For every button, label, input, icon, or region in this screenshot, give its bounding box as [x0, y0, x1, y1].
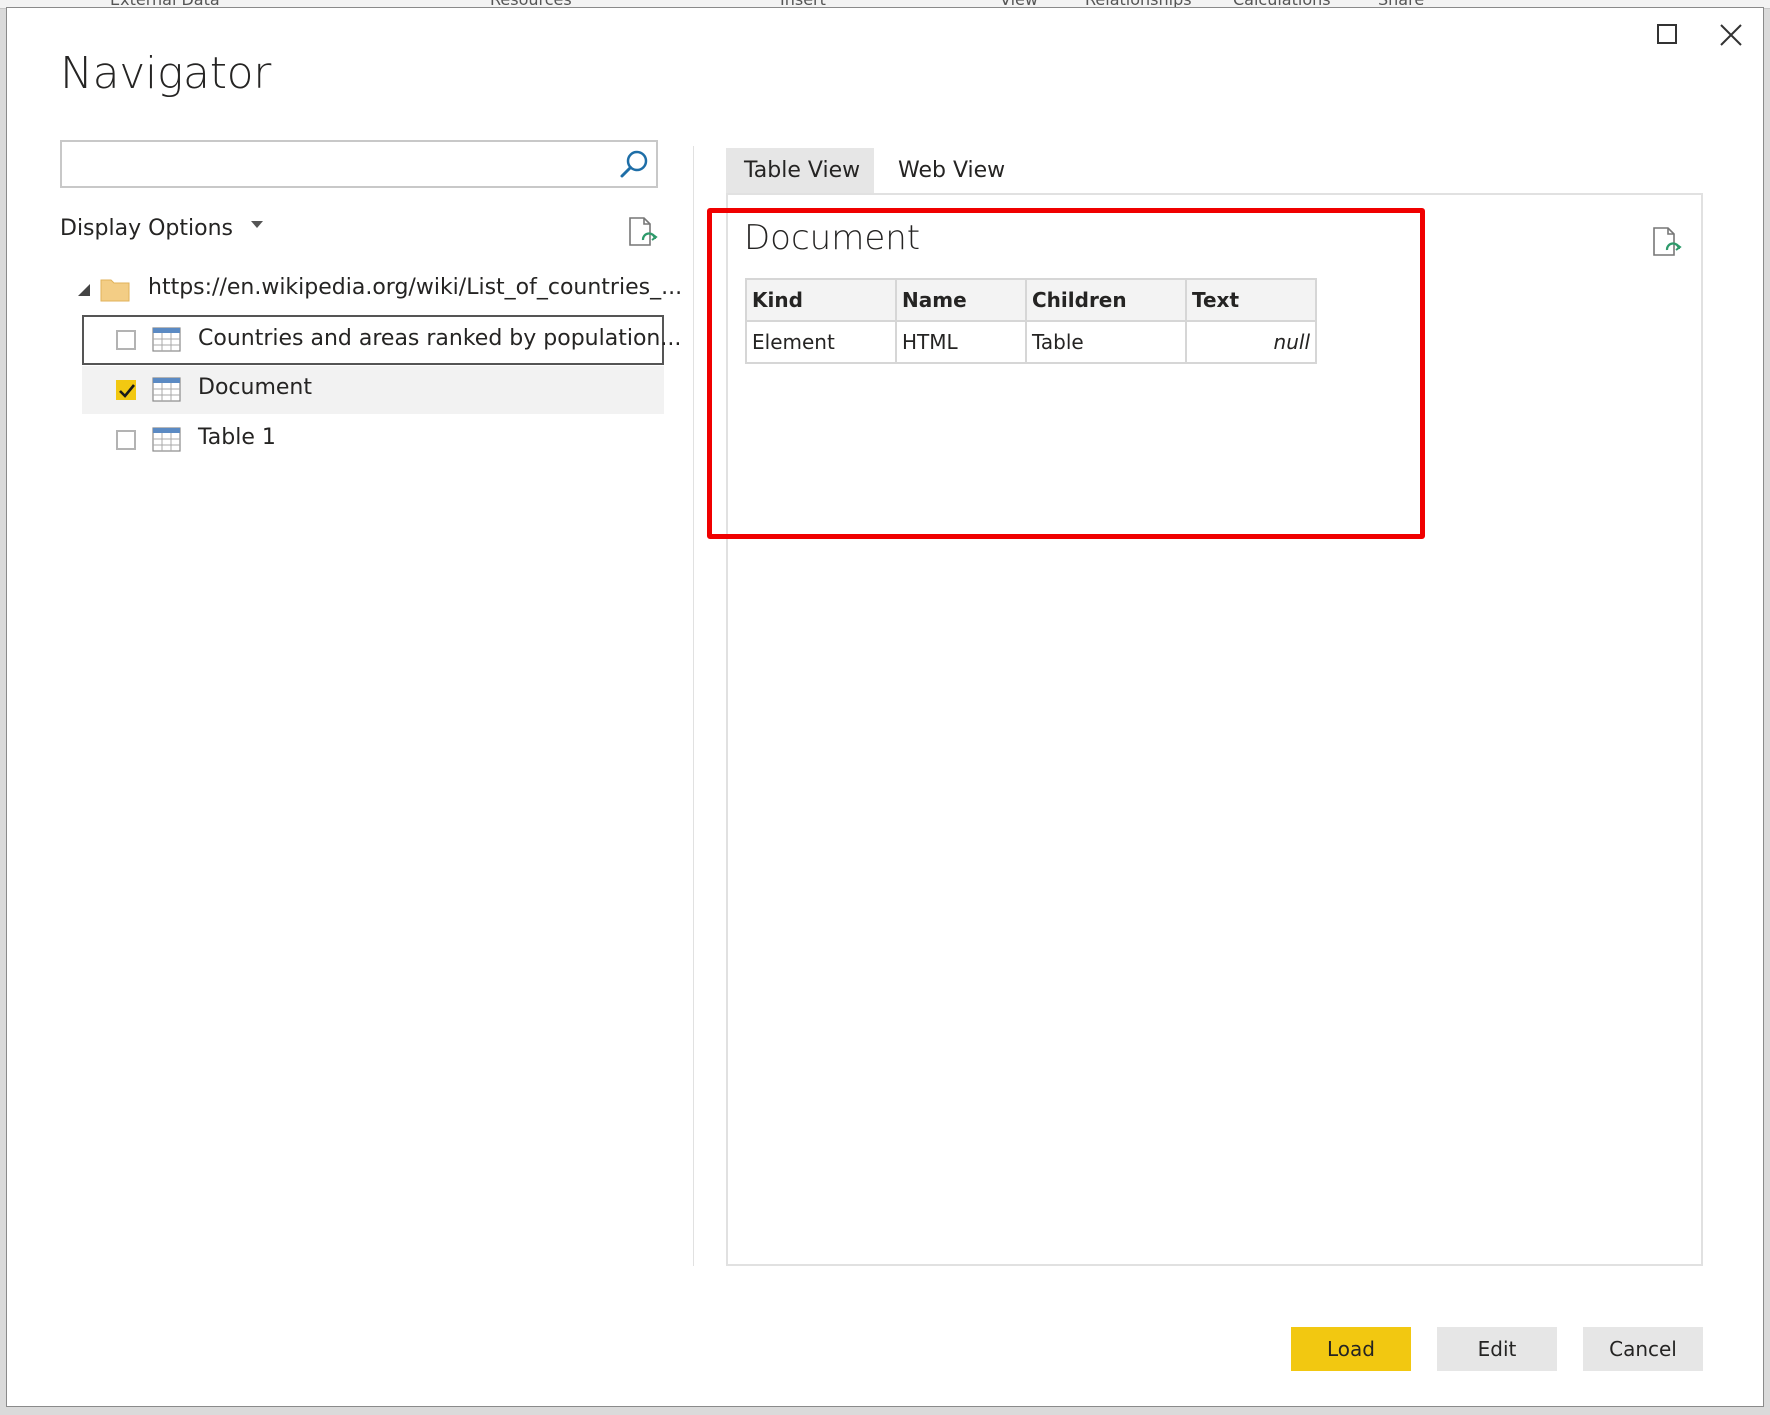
- search-icon[interactable]: [618, 149, 650, 181]
- tree-item-label: Countries and areas ranked by population…: [198, 326, 682, 351]
- search-input[interactable]: [72, 148, 616, 182]
- tree-item-countries-table[interactable]: Countries and areas ranked by population…: [82, 315, 681, 365]
- tab-table-view[interactable]: Table View: [726, 148, 874, 194]
- tab-label: Table View: [744, 158, 861, 183]
- folder-icon: [100, 279, 130, 302]
- checkbox-document[interactable]: [116, 380, 136, 400]
- search-box[interactable]: [60, 140, 658, 188]
- tab-web-view[interactable]: Web View: [880, 148, 1020, 194]
- panel-divider[interactable]: [693, 146, 694, 1266]
- checkbox-countries[interactable]: [116, 330, 136, 350]
- preview-refresh-button[interactable]: [1649, 225, 1683, 263]
- display-options-dropdown[interactable]: Display Options: [60, 216, 233, 241]
- table-icon: [152, 427, 181, 452]
- cancel-button[interactable]: Cancel: [1583, 1327, 1703, 1371]
- expand-triangle-icon[interactable]: [76, 282, 92, 298]
- tree-item-label: Table 1: [198, 425, 276, 450]
- edit-button[interactable]: Edit: [1437, 1327, 1557, 1371]
- load-button[interactable]: Load: [1291, 1327, 1411, 1371]
- refresh-document-icon: [1653, 227, 1682, 256]
- close-icon: [1720, 24, 1742, 46]
- checkmark-icon: [119, 384, 136, 398]
- maximize-icon: [1657, 24, 1677, 44]
- checkbox-table-1[interactable]: [116, 430, 136, 450]
- tree-root-node[interactable]: https://en.wikipedia.org/wiki/List_of_co…: [74, 266, 682, 314]
- chevron-down-icon[interactable]: [251, 221, 263, 228]
- tree-item-document[interactable]: Document: [82, 366, 664, 414]
- tab-label: Web View: [898, 158, 1006, 183]
- tree-item-label: Document: [198, 375, 312, 400]
- tree-item-table-1[interactable]: Table 1: [82, 416, 664, 464]
- table-icon: [152, 377, 181, 402]
- maximize-button[interactable]: [1655, 22, 1681, 48]
- refresh-button[interactable]: [625, 215, 659, 253]
- table-icon: [152, 327, 181, 352]
- dialog-title: Navigator: [60, 48, 272, 99]
- refresh-document-icon: [629, 217, 658, 246]
- tree-root-label: https://en.wikipedia.org/wiki/List_of_co…: [148, 275, 683, 300]
- highlight-box: [707, 208, 1425, 539]
- close-button[interactable]: [1718, 22, 1744, 48]
